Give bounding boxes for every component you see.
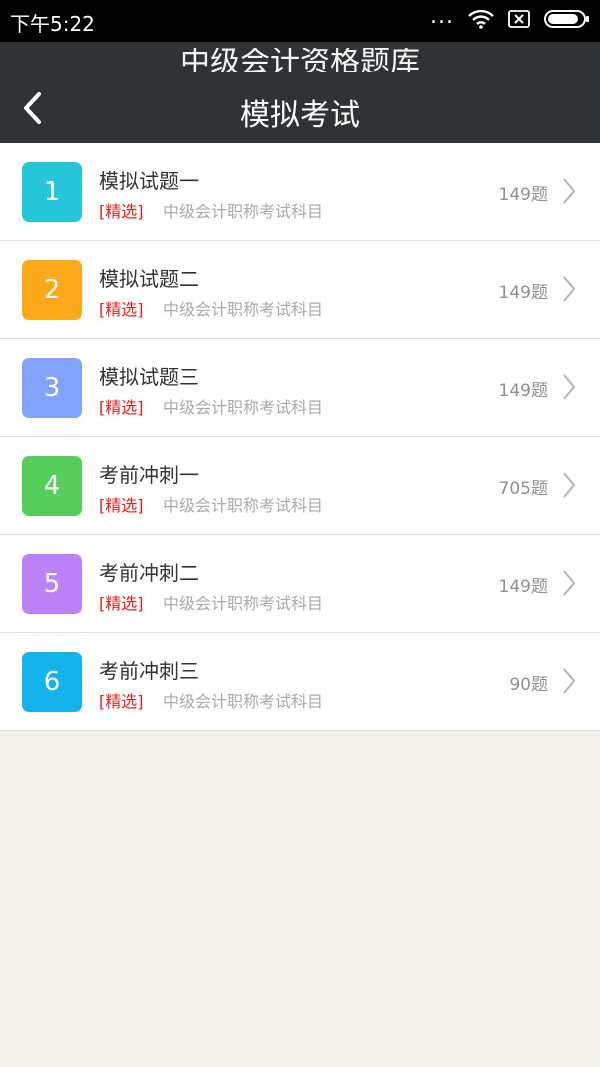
item-subject: 中级会计职称考试科目 [163, 300, 324, 319]
status-time: 下午5:22 [10, 12, 95, 36]
featured-tag: [精选] [99, 594, 144, 613]
chevron-right-icon [563, 570, 576, 596]
featured-tag: [精选] [99, 398, 144, 417]
item-subject: 中级会计职称考试科目 [163, 496, 324, 515]
item-title: 模拟试题二 [99, 267, 199, 291]
wifi-icon [468, 9, 494, 33]
item-title: 考前冲刺二 [99, 561, 199, 585]
item-number-badge: 1 [22, 162, 82, 222]
item-number-badge: 3 [22, 358, 82, 418]
item-number-badge: 2 [22, 260, 82, 320]
item-title: 考前冲刺三 [99, 659, 199, 683]
question-count: 705题 [498, 479, 548, 499]
question-count: 149题 [498, 283, 548, 303]
chevron-right-icon [563, 472, 576, 498]
nav-bar: 中级会计资格题库 模拟考试 [0, 42, 600, 143]
question-count: 149题 [498, 577, 548, 597]
item-subject: 中级会计职称考试科目 [163, 202, 324, 221]
featured-tag: [精选] [99, 300, 144, 319]
chevron-right-icon [563, 178, 576, 204]
question-count: 149题 [498, 381, 548, 401]
app-title: 中级会计资格题库 [180, 48, 420, 72]
featured-tag: [精选] [99, 692, 144, 711]
question-count: 90题 [509, 675, 548, 695]
item-number-badge: 6 [22, 652, 82, 712]
question-count: 149题 [498, 185, 548, 205]
chevron-right-icon [563, 374, 576, 400]
chevron-right-icon [563, 668, 576, 694]
list-item[interactable]: 1 模拟试题一 [精选] 中级会计职称考试科目 149题 [0, 143, 600, 241]
list-item[interactable]: 3 模拟试题三 [精选] 中级会计职称考试科目 149题 [0, 339, 600, 437]
chevron-right-icon [563, 276, 576, 302]
item-title: 考前冲刺一 [99, 463, 199, 487]
exam-list: 1 模拟试题一 [精选] 中级会计职称考试科目 149题 2 模拟试题二 [精选… [0, 143, 600, 731]
list-item[interactable]: 5 考前冲刺二 [精选] 中级会计职称考试科目 149题 [0, 535, 600, 633]
item-title: 模拟试题一 [99, 169, 199, 193]
featured-tag: [精选] [99, 202, 144, 221]
item-title: 模拟试题三 [99, 365, 199, 389]
item-subject: 中级会计职称考试科目 [163, 692, 324, 711]
sim-icon [508, 10, 530, 32]
list-item[interactable]: 6 考前冲刺三 [精选] 中级会计职称考试科目 90题 [0, 633, 600, 731]
item-number-badge: 5 [22, 554, 82, 614]
item-number-badge: 4 [22, 456, 82, 516]
page-title: 模拟考试 [240, 98, 360, 133]
battery-icon [544, 10, 590, 32]
item-subject: 中级会计职称考试科目 [163, 594, 324, 613]
status-icons: ... [430, 4, 590, 34]
list-item[interactable]: 4 考前冲刺一 [精选] 中级会计职称考试科目 705题 [0, 437, 600, 535]
list-item[interactable]: 2 模拟试题二 [精选] 中级会计职称考试科目 149题 [0, 241, 600, 339]
item-subject: 中级会计职称考试科目 [163, 398, 324, 417]
featured-tag: [精选] [99, 496, 144, 515]
status-bar: 下午5:22 ... [0, 0, 600, 42]
more-dots-icon: ... [430, 4, 454, 29]
